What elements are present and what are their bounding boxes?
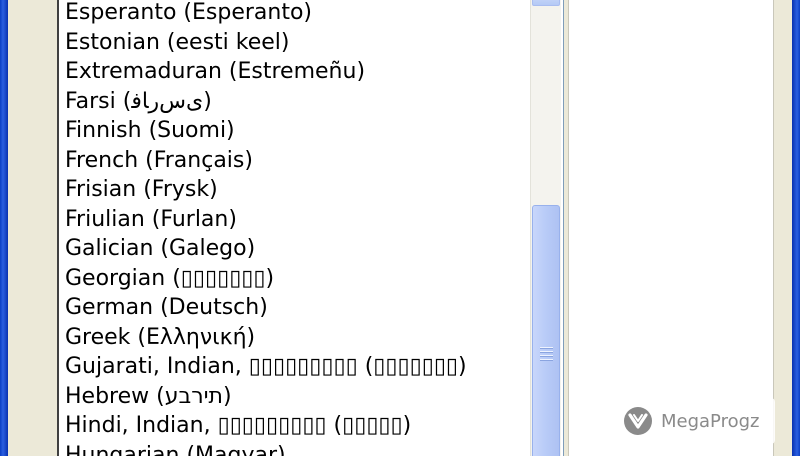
list-item[interactable]: Gujarati, Indian, ▯▯▯▯▯▯▯▯▯ (▯▯▯▯▯▯▯): [65, 352, 467, 382]
scroll-up-arrow[interactable]: [532, 0, 560, 6]
list-item[interactable]: Farsi (ﻯﺱﺭﺎﻓ): [65, 87, 467, 117]
right-panel: [568, 0, 774, 456]
list-item[interactable]: Esperanto (Esperanto): [65, 0, 467, 28]
window-frame-right: [792, 0, 800, 456]
list-item[interactable]: French (Français): [65, 146, 467, 176]
scrollbar-thumb[interactable]: [532, 205, 560, 456]
list-item[interactable]: Galician (Galego): [65, 234, 467, 264]
scrollbar-grip-icon: [540, 347, 553, 361]
list-item[interactable]: German (Deutsch): [65, 293, 467, 323]
list-item[interactable]: Frisian (Frysk): [65, 175, 467, 205]
language-listbox[interactable]: Esperanto (Esperanto) Estonian (eesti ke…: [57, 0, 564, 456]
list-item[interactable]: Estonian (eesti keel): [65, 28, 467, 58]
window-frame-left: [0, 0, 8, 456]
watermark: MegaProgz: [617, 398, 775, 444]
list-item[interactable]: Hindi, Indian, ▯▯▯▯▯▯▯▯▯ (▯▯▯▯▯): [65, 411, 467, 441]
list-item[interactable]: Finnish (Suomi): [65, 116, 467, 146]
language-list: Esperanto (Esperanto) Estonian (eesti ke…: [65, 0, 467, 456]
list-item[interactable]: Extremaduran (Estremeñu): [65, 57, 467, 87]
vertical-scrollbar[interactable]: [530, 0, 561, 456]
list-item[interactable]: Hebrew (תירבע): [65, 382, 467, 412]
list-item[interactable]: Greek (Ελληνική): [65, 323, 467, 353]
list-item[interactable]: Friulian (Furlan): [65, 205, 467, 235]
list-item[interactable]: Georgian (▯▯▯▯▯▯▯): [65, 264, 467, 294]
list-item[interactable]: Hungarian (Magyar): [65, 441, 467, 456]
watermark-text: MegaProgz: [661, 410, 760, 432]
megaprogz-logo-icon: [624, 407, 652, 435]
